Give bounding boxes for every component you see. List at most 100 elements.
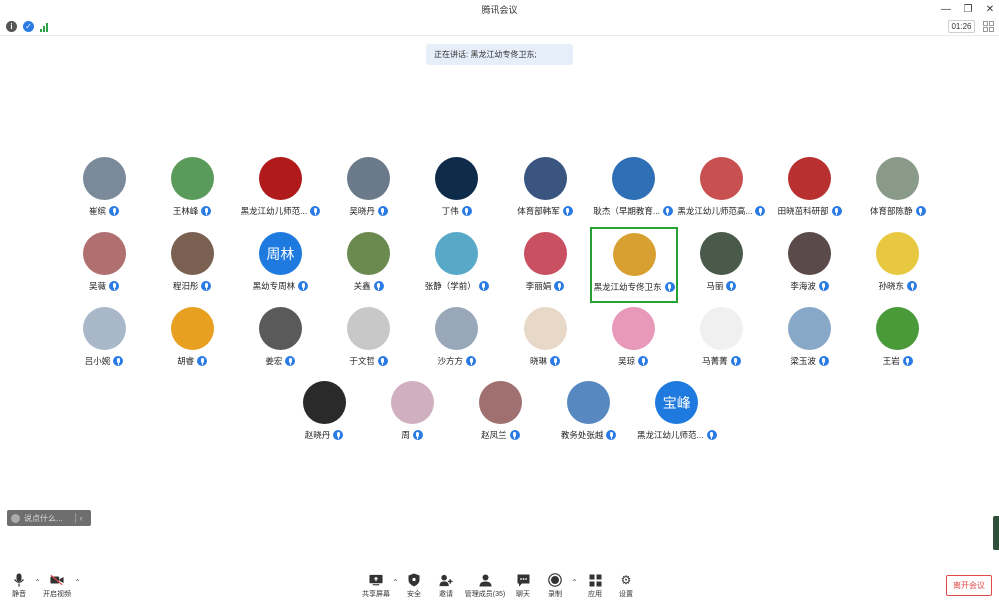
settings-button[interactable]: ⚙ 设置: [611, 573, 641, 599]
video-label: 开启视频: [43, 591, 71, 598]
participant-tile[interactable]: 田晓茁科研部: [766, 157, 854, 223]
participant-tile[interactable]: 黑龙江幼专佟卫东: [590, 227, 679, 303]
participant-tile[interactable]: 王林峰: [148, 157, 236, 223]
side-panel-handle[interactable]: [993, 516, 999, 550]
participant-tile[interactable]: 孙晓东: [854, 232, 942, 298]
participant-name-row: 沙方方: [438, 355, 477, 367]
participant-tile[interactable]: 于文哲: [325, 307, 413, 373]
avatar: [82, 157, 126, 200]
participant-name-row: 胡睿: [177, 355, 208, 367]
avatar: [435, 232, 479, 275]
participant-tile[interactable]: 梁玉波: [766, 307, 854, 373]
microphone-icon: [554, 281, 565, 291]
participant-name-row: 田晓茁科研部: [778, 205, 842, 217]
start-video-button[interactable]: 开启视频: [42, 573, 72, 599]
chat-quick-input[interactable]: 说点什么... ‹: [7, 510, 91, 526]
participant-name: 于文哲: [349, 356, 375, 366]
participant-name-row: 梁玉波: [790, 355, 829, 367]
avatar: [611, 157, 655, 200]
participant-name: 崔缤: [88, 206, 106, 216]
participant-tile[interactable]: 教务处张越: [545, 381, 633, 447]
participant-name: 黑幼专周林: [252, 281, 296, 291]
participant-name: 张静（学前）: [424, 281, 476, 291]
participant-tile[interactable]: 吴琼: [589, 307, 677, 373]
participant-tile[interactable]: 晓琳: [501, 307, 589, 373]
share-label: 共享屏幕: [362, 591, 390, 598]
microphone-icon: [373, 281, 384, 291]
participant-tile[interactable]: 吕小婉: [60, 307, 148, 373]
microphone-icon: [907, 281, 918, 291]
meeting-window: 腾讯会议 — ❐ ✕ i ✓ 01:26 正在讲话: 黑龙江幼专佟卫东; 崔缤王…: [0, 0, 999, 602]
participant-tile[interactable]: 赵凤兰: [456, 381, 544, 447]
leave-meeting-button[interactable]: 离开会议: [946, 575, 992, 596]
chat-bubble-icon: [516, 573, 530, 587]
add-user-icon: [439, 573, 453, 587]
participant-name-row: 体育部陈静: [870, 205, 926, 217]
avatar-initials: 宝峰: [662, 394, 691, 411]
participant-tile[interactable]: 李丽娟: [501, 232, 589, 298]
microphone-icon: [461, 206, 472, 216]
participant-tile[interactable]: 李海波: [766, 232, 854, 298]
manage-members-button[interactable]: 管理成员(35): [465, 573, 505, 599]
microphone-icon: [706, 430, 717, 440]
avatar: [788, 307, 832, 350]
invite-label: 邀请: [439, 591, 453, 598]
participant-tile[interactable]: 耿杰（早期教育...: [589, 157, 677, 223]
participant-tile[interactable]: 体育部韩军: [501, 157, 589, 223]
participant-tile[interactable]: 赵晓丹: [280, 381, 368, 447]
microphone-icon: [197, 356, 208, 366]
participant-tile[interactable]: 周林 黑幼专周林: [236, 232, 324, 298]
participant-grid: 崔缤 王林峰 黑龙江幼儿师范... 吴晓丹 丁伟 体育部韩军 耿杰（早期教育... 黑龙江幼儿…: [0, 0, 999, 560]
participant-tile[interactable]: 体育部陈静: [854, 157, 942, 223]
participant-tile[interactable]: 宝峰黑龙江幼儿师范...: [633, 381, 721, 447]
record-button[interactable]: 录制: [540, 573, 570, 599]
participant-name: 王林峰: [172, 206, 199, 216]
participant-name-row: 黑龙江幼儿师范...: [637, 429, 717, 441]
share-options-chevron-icon[interactable]: ⌃: [392, 578, 399, 587]
participant-tile[interactable]: 王岩: [854, 307, 942, 373]
participant-name: 吴琼: [618, 356, 636, 366]
participant-tile[interactable]: 程汨彤: [148, 232, 236, 298]
participant-tile[interactable]: 吴晓丹: [325, 157, 413, 223]
security-button[interactable]: 安全: [399, 573, 429, 599]
avatar: [390, 381, 434, 424]
collapse-chevron-icon[interactable]: ‹: [80, 513, 83, 523]
participant-tile[interactable]: 马菁菁: [677, 307, 765, 373]
participant-tile[interactable]: 沙方方: [413, 307, 501, 373]
participant-name-row: 黑龙江幼儿师范高...: [677, 205, 766, 217]
chat-button[interactable]: 聊天: [508, 573, 538, 599]
participant-tile[interactable]: 马丽: [677, 232, 765, 298]
participant-tile[interactable]: 吴薇: [60, 232, 148, 298]
participant-tile[interactable]: 胡睿: [148, 307, 236, 373]
camera-off-icon: [50, 573, 64, 587]
participant-name: 马丽: [706, 281, 724, 291]
participant-name: 梁玉波: [790, 356, 816, 366]
participant-name-row: 李海波: [790, 280, 829, 292]
avatar: [258, 307, 302, 350]
participant-tile[interactable]: 关鑫: [325, 232, 413, 298]
mute-button[interactable]: 静音: [4, 573, 34, 599]
participant-tile[interactable]: 姜宏: [236, 307, 324, 373]
participant-name-row: 张静（学前）: [425, 280, 489, 292]
avatar: [82, 232, 126, 275]
chat-emoji-icon[interactable]: [11, 513, 20, 523]
avatar: [170, 157, 214, 200]
participant-tile[interactable]: 黑龙江幼儿师范...: [236, 157, 324, 223]
video-options-chevron-icon[interactable]: ⌃: [74, 578, 81, 587]
participant-name: 赵凤兰: [481, 430, 507, 440]
invite-button[interactable]: 邀请: [431, 573, 461, 599]
participant-name-row: 教务处张越: [561, 429, 617, 441]
participant-tile[interactable]: 黑龙江幼儿师范高...: [677, 157, 766, 223]
participant-name-row: 赵凤兰: [481, 429, 520, 441]
participant-tile[interactable]: 崔缤: [60, 157, 148, 223]
apps-label: 应用: [588, 591, 602, 598]
audio-options-chevron-icon[interactable]: ⌃: [34, 578, 41, 587]
avatar: [612, 233, 656, 276]
share-screen-button[interactable]: 共享屏幕: [361, 573, 391, 599]
participant-tile[interactable]: 丁伟: [413, 157, 501, 223]
record-options-chevron-icon[interactable]: ⌃: [571, 578, 578, 587]
participant-name-row: 姜宏: [265, 355, 296, 367]
participant-tile[interactable]: 张静（学前）: [413, 232, 501, 298]
apps-button[interactable]: 应用: [580, 573, 610, 599]
participant-tile[interactable]: 周: [368, 381, 456, 447]
